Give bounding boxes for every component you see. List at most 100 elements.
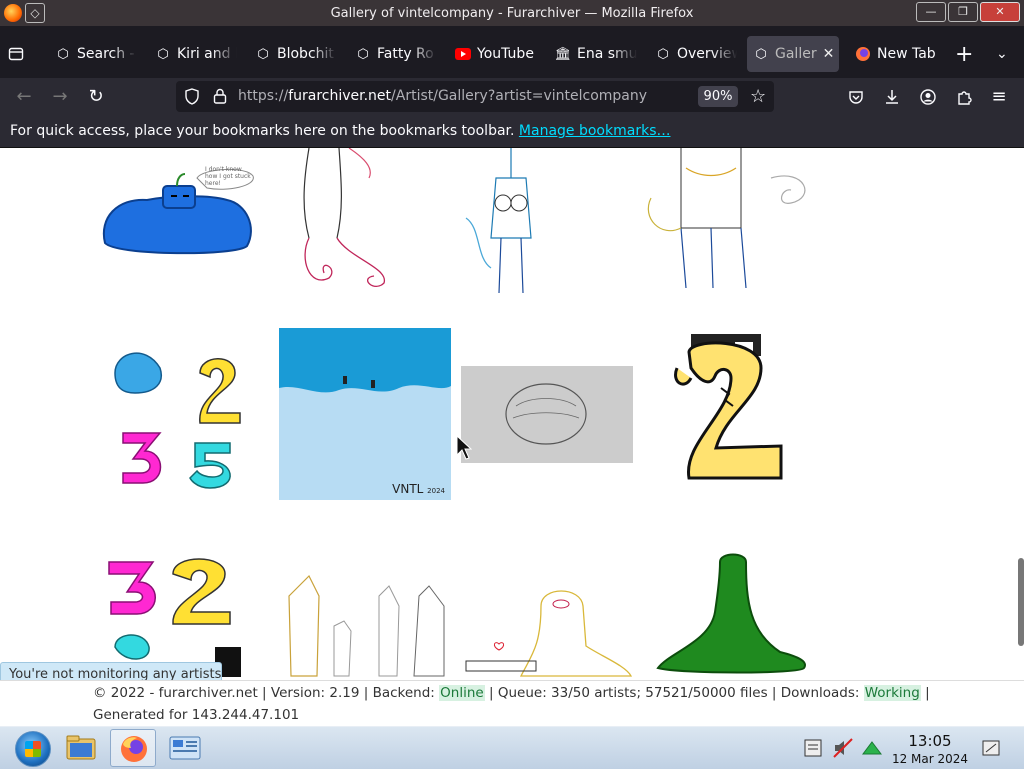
tab-search[interactable]: ⬡ Search - xyxy=(55,36,137,72)
url-host: furarchiver.net xyxy=(288,88,392,104)
furarchiver-icon: ⬡ xyxy=(357,46,369,62)
footer-copyright: © 2022 - furarchiver.net | Version: 2.19… xyxy=(93,685,435,701)
furarchiver-icon: ⬡ xyxy=(157,46,169,62)
page-scrollbar[interactable] xyxy=(1018,558,1024,646)
show-desktop-icon[interactable] xyxy=(980,737,1002,759)
url-text[interactable]: https://furarchiver.net/Artist/Gallery?a… xyxy=(238,88,647,104)
lock-icon[interactable] xyxy=(213,88,227,108)
downloads-status-badge: Working xyxy=(863,685,921,701)
tab-label: Blobchit xyxy=(277,46,334,62)
footer-generated: Generated for 143.244.47.101 xyxy=(93,707,300,723)
gallery-thumbnail-sketch-3[interactable] xyxy=(641,148,816,288)
clock-time: 13:05 xyxy=(908,732,952,750)
close-tab-icon[interactable]: ✕ xyxy=(823,46,835,62)
maximize-button[interactable]: ❐ xyxy=(948,2,978,22)
furarchiver-icon: ⬡ xyxy=(57,46,69,62)
url-bar[interactable]: https://furarchiver.net/Artist/Gallery?a… xyxy=(176,81,774,112)
tab-overview[interactable]: ⬡ Overview xyxy=(655,36,737,72)
tab-blobchit[interactable]: ⬡ Blobchit xyxy=(255,36,337,72)
start-button[interactable] xyxy=(15,731,51,767)
tab-kiri[interactable]: ⬡ Kiri and l xyxy=(155,36,237,72)
gallery-thumbnail-sketch-4[interactable] xyxy=(279,566,454,680)
bookmark-star-icon[interactable]: ☆ xyxy=(750,86,766,107)
control-panel-icon xyxy=(169,736,201,760)
folder-icon xyxy=(66,735,96,760)
footer-separator: | xyxy=(925,685,930,701)
tab-label: YouTube xyxy=(477,46,534,62)
tab-label: Kiri and l xyxy=(177,46,237,62)
extensions-icon[interactable] xyxy=(953,86,975,108)
clock-date: 12 Mar 2024 xyxy=(891,752,969,766)
minimize-button[interactable]: — xyxy=(916,2,946,22)
gallery-content: I don't know how I got stuck here! VNTL … xyxy=(0,148,1024,680)
reload-button[interactable]: ↻ xyxy=(85,86,107,108)
gallery-thumbnail-green-creature[interactable] xyxy=(650,552,810,680)
zoom-level-button[interactable]: 90% xyxy=(698,86,738,107)
tab-label: Fatty Ro xyxy=(377,46,434,62)
tab-gallery[interactable]: ⬡ Galler ✕ xyxy=(747,36,839,72)
window-title: Gallery of vintelcompany - Furarchiver —… xyxy=(330,6,694,21)
queue-status-text: | Queue: 33/50 artists; 57521/50000 file… xyxy=(489,685,860,701)
gallery-thumbnail-sky[interactable]: VNTL 2024 xyxy=(279,328,451,500)
volume-muted-icon[interactable] xyxy=(832,737,854,759)
tab-new-tab[interactable]: New Tab xyxy=(855,36,939,72)
action-center-icon[interactable] xyxy=(802,737,824,759)
tab-youtube[interactable]: YouTube xyxy=(455,36,539,72)
window-titlebar: ◇ Gallery of vintelcompany - Furarchiver… xyxy=(0,0,1024,26)
tab-ena[interactable]: 🏛 Ena smu xyxy=(555,36,637,72)
furarchiver-icon: ⬡ xyxy=(657,46,669,62)
shield-icon[interactable] xyxy=(184,88,200,109)
gallery-thumbnail-pencil[interactable] xyxy=(461,366,633,463)
signature-year: 2024 xyxy=(427,487,445,495)
hamburger-menu-icon[interactable]: ≡ xyxy=(988,86,1010,108)
gallery-thumbnail-sketch-1[interactable] xyxy=(279,148,399,293)
tab-label: Ena smu xyxy=(577,46,637,62)
page-footer: © 2022 - furarchiver.net | Version: 2.19… xyxy=(0,680,1024,727)
gallery-thumbnail-sketch-5[interactable] xyxy=(461,586,633,680)
footer-status-line: © 2022 - furarchiver.net | Version: 2.19… xyxy=(93,685,930,701)
taskbar-clock[interactable]: 13:05 12 Mar 2024 xyxy=(890,732,970,767)
new-tab-button[interactable]: + xyxy=(955,36,975,72)
downloads-icon[interactable] xyxy=(881,86,903,108)
taskbar-explorer[interactable] xyxy=(58,729,104,767)
signature-text: VNTL xyxy=(392,482,424,496)
backend-status-badge: Online xyxy=(439,685,485,701)
gallery-thumbnail-numbers-2[interactable] xyxy=(105,552,255,680)
tab-label: Galler xyxy=(775,46,817,62)
tab-bar: ⬡ Search - ⬡ Kiri and l ⬡ Blobchit ⬡ Fat… xyxy=(0,26,1024,78)
list-all-tabs-button[interactable] xyxy=(8,36,34,72)
network-icon[interactable] xyxy=(861,737,883,759)
firefox-icon xyxy=(121,736,147,762)
tab-list-icon xyxy=(8,46,24,62)
os-taskbar: 13:05 12 Mar 2024 xyxy=(0,726,1024,769)
gallery-thumbnail-blue-blob[interactable]: I don't know how I got stuck here! xyxy=(97,148,267,288)
manage-bookmarks-link[interactable]: Manage bookmarks… xyxy=(519,123,671,139)
youtube-icon xyxy=(455,46,471,62)
url-scheme: https:// xyxy=(238,88,289,104)
close-window-button[interactable]: ✕ xyxy=(980,2,1020,22)
gallery-thumbnail-two-character[interactable] xyxy=(641,328,816,498)
museum-icon: 🏛 xyxy=(555,46,572,62)
firefox-icon xyxy=(855,46,871,62)
gallery-thumbnail-numbers[interactable] xyxy=(105,333,255,498)
tab-overflow-button[interactable]: ⌄ xyxy=(996,36,1014,72)
furarchiver-icon: ⬡ xyxy=(257,46,269,62)
bookmarks-hint-text: For quick access, place your bookmarks h… xyxy=(10,123,515,139)
taskbar-firefox[interactable] xyxy=(110,729,156,767)
windows-logo-icon xyxy=(25,741,41,757)
back-button[interactable]: ← xyxy=(13,86,35,108)
tab-label: New Tab xyxy=(877,46,936,62)
furarchiver-icon: ⬡ xyxy=(755,46,767,62)
bookmarks-toolbar: For quick access, place your bookmarks h… xyxy=(0,115,1024,148)
chevron-down-icon: ⌄ xyxy=(996,46,1008,62)
pocket-icon[interactable] xyxy=(845,86,867,108)
tab-fatty[interactable]: ⬡ Fatty Ro xyxy=(355,36,437,72)
taskbar-control-panel[interactable] xyxy=(162,729,208,767)
plus-icon: + xyxy=(955,41,974,67)
forward-button[interactable]: → xyxy=(49,86,71,108)
navigation-toolbar: ← → ↻ https://furarchiver.net/Artist/Gal… xyxy=(0,78,1024,115)
account-icon[interactable] xyxy=(917,86,939,108)
gallery-thumbnail-sketch-2[interactable] xyxy=(461,148,561,293)
tab-label: Search - xyxy=(77,46,135,62)
artist-signature: VNTL 2024 xyxy=(392,482,445,496)
